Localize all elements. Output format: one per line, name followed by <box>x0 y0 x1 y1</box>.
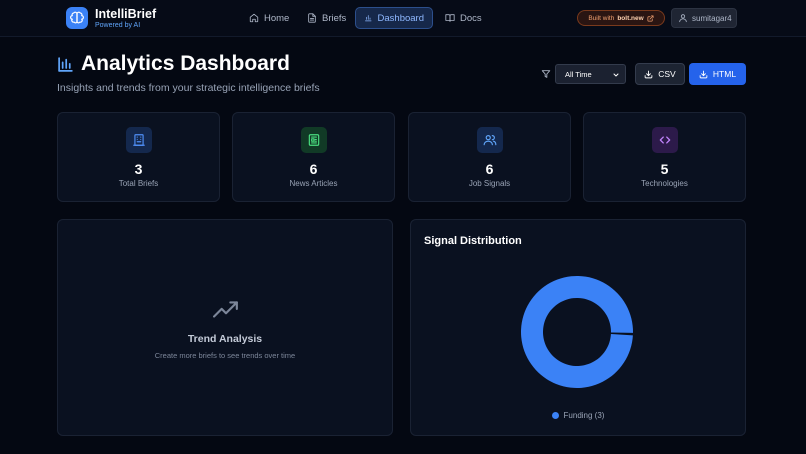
stat-label: Technologies <box>641 179 688 188</box>
book-icon <box>445 14 455 22</box>
built-with-label: Built with <box>588 14 615 22</box>
export-html-button[interactable]: HTML <box>689 63 746 85</box>
nav-docs-label: Docs <box>460 12 482 24</box>
trend-subtitle: Create more briefs to see trends over ti… <box>154 351 296 360</box>
signal-distribution-panel: Signal Distribution Funding (3) <box>410 219 746 436</box>
top-nav: IntelliBrief Powered by AI Home Briefs D… <box>0 0 806 37</box>
stat-card-total-briefs: 3 Total Briefs <box>57 112 220 202</box>
download-icon <box>644 70 653 78</box>
chevron-down-icon <box>613 73 619 77</box>
legend-label: Funding (3) <box>563 411 605 420</box>
bolt-brand: bolt.new <box>617 14 644 22</box>
trend-title: Trend Analysis <box>187 333 263 345</box>
stat-label: News Articles <box>289 179 338 188</box>
stat-value: 3 <box>134 161 143 177</box>
donut-chart <box>521 276 633 389</box>
bar-chart-icon <box>58 57 73 72</box>
donut-slice-funding[interactable] <box>521 276 633 389</box>
time-range-value: All Time <box>565 69 592 79</box>
bar-chart-icon <box>365 15 372 22</box>
newspaper-icon <box>301 127 327 153</box>
stat-value: 6 <box>309 161 318 177</box>
html-label: HTML <box>712 69 737 79</box>
time-range-select[interactable]: All Time <box>555 64 626 84</box>
brain-logo-icon[interactable] <box>66 7 88 29</box>
stat-value: 6 <box>485 161 494 177</box>
nav-briefs[interactable]: Briefs <box>299 7 354 29</box>
filter-icon <box>541 70 551 78</box>
csv-label: CSV <box>658 69 676 79</box>
stat-card-news-articles: 6 News Articles <box>232 112 395 202</box>
brand-tagline: Powered by AI <box>95 22 141 29</box>
users-icon <box>477 127 503 153</box>
page-subtitle: Insights and trends from your strategic … <box>57 82 320 94</box>
nav-home-label: Home <box>264 12 290 24</box>
username: sumitagar4 <box>692 13 732 23</box>
export-csv-button[interactable]: CSV <box>635 63 685 85</box>
stat-value: 5 <box>660 161 669 177</box>
stat-card-job-signals: 6 Job Signals <box>408 112 571 202</box>
built-with-bolt-badge[interactable]: Built with bolt.new <box>577 10 665 26</box>
external-link-icon <box>647 15 654 21</box>
stat-label: Total Briefs <box>118 179 159 188</box>
nav-docs[interactable]: Docs <box>437 7 490 29</box>
nav-briefs-label: Briefs <box>322 12 347 24</box>
code-icon <box>652 127 678 153</box>
legend-swatch <box>551 412 559 419</box>
trend-analysis-panel: Trend Analysis Create more briefs to see… <box>57 219 393 436</box>
nav-dashboard-label: Dashboard <box>377 12 424 24</box>
building-icon <box>126 127 152 153</box>
user-icon <box>679 14 687 23</box>
download-icon <box>699 70 708 78</box>
user-menu-button[interactable]: sumitagar4 <box>671 8 737 28</box>
nav-dashboard[interactable]: Dashboard <box>355 7 433 29</box>
nav-home[interactable]: Home <box>241 7 297 29</box>
file-icon <box>308 13 316 23</box>
trending-up-icon <box>213 301 238 318</box>
brand-name[interactable]: IntelliBrief <box>95 7 156 21</box>
stat-card-technologies: 5 Technologies <box>583 112 746 202</box>
stat-label: Job Signals <box>468 179 511 188</box>
chart-title: Signal Distribution <box>424 235 522 247</box>
page-title: Analytics Dashboard <box>81 52 290 75</box>
home-icon <box>249 13 259 23</box>
chart-legend: Funding (3) <box>411 411 745 420</box>
